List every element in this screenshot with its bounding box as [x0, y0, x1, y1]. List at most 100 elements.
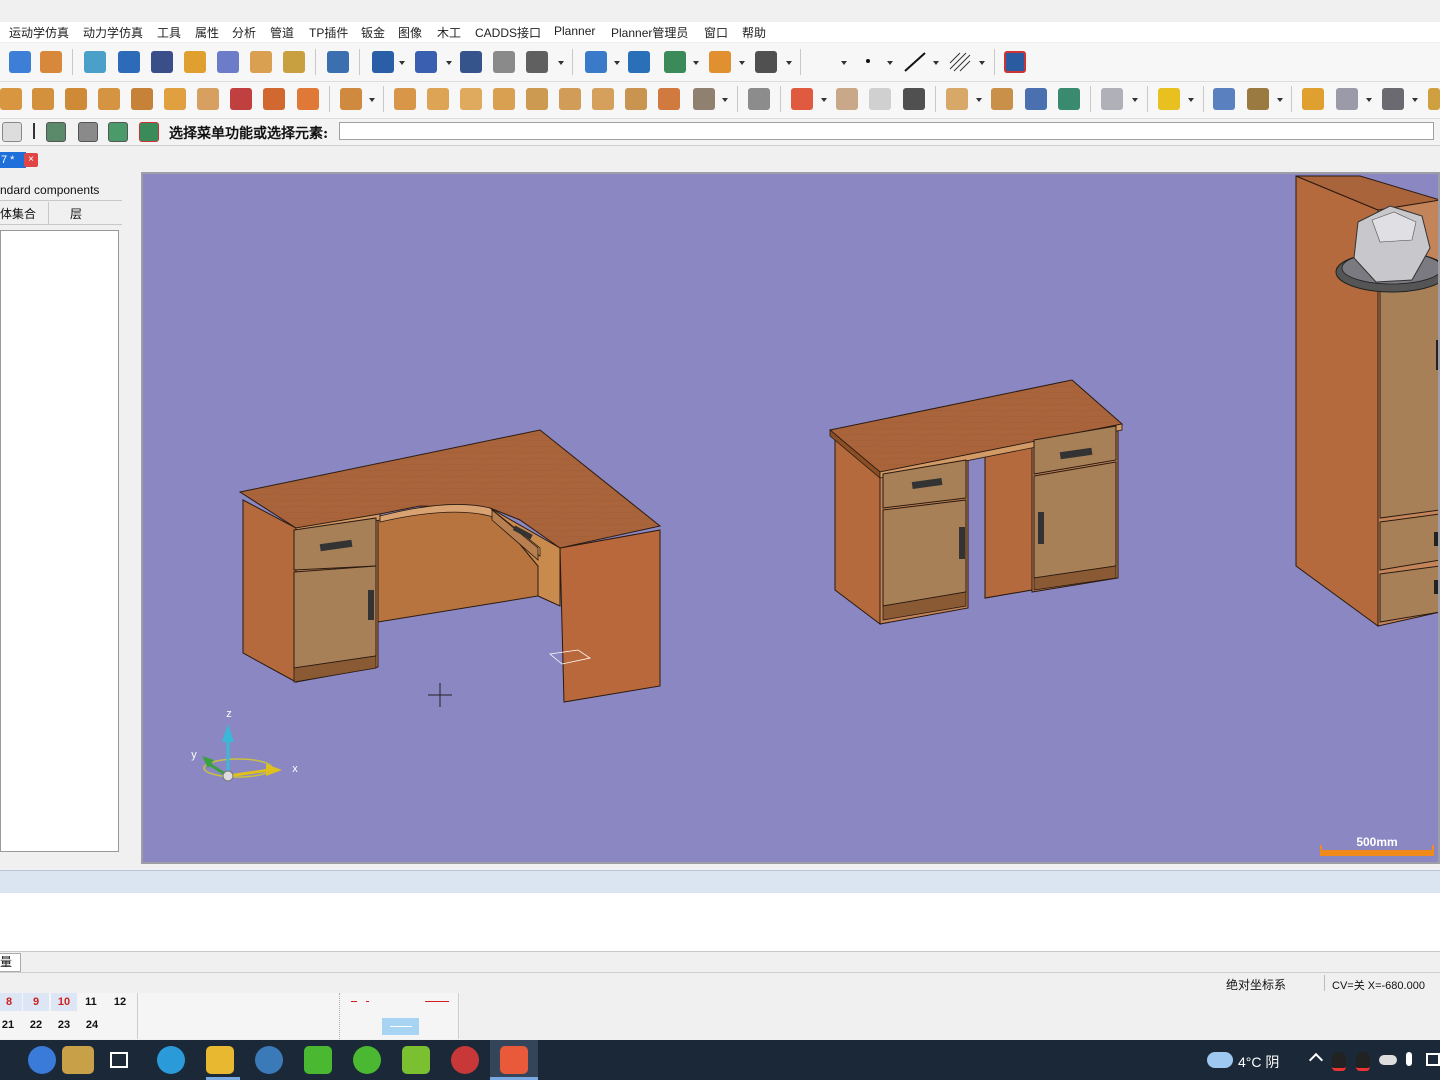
hammer-icon[interactable] [184, 51, 206, 73]
measure-icon[interactable] [283, 51, 305, 73]
chevron-down-icon[interactable] [1277, 98, 1283, 102]
menu-analysis[interactable]: 分析 [232, 24, 256, 41]
weather-text[interactable]: 4°C 阴 [1238, 1052, 1279, 1072]
layer-button[interactable]: 22 [23, 1016, 49, 1034]
menu-tools[interactable]: 工具 [157, 24, 181, 41]
document-tab[interactable]: 7 * [0, 152, 26, 168]
panel-icon[interactable] [427, 88, 449, 110]
panel-icon[interactable] [559, 88, 581, 110]
menu-tp-plugin[interactable]: TP插件 [309, 24, 348, 41]
chevron-down-icon[interactable] [1412, 98, 1418, 102]
layer-button[interactable]: 11 [78, 993, 104, 1011]
board-icon[interactable] [197, 88, 219, 110]
panel-icon[interactable] [394, 88, 416, 110]
line-color-dropdown-icon[interactable] [841, 61, 847, 65]
cross-tool-icon[interactable] [415, 51, 437, 73]
chevron-down-icon[interactable] [887, 61, 893, 65]
chevron-down-icon[interactable] [614, 61, 620, 65]
hatch-icon[interactable] [948, 51, 972, 73]
block-icon[interactable] [869, 88, 891, 110]
layer-button[interactable]: 21 [0, 1016, 21, 1034]
books-app-icon[interactable] [62, 1046, 94, 1074]
parameters-icon[interactable] [460, 51, 482, 73]
gray-block-icon[interactable] [748, 88, 770, 110]
layer-button[interactable]: 24 [79, 1016, 105, 1034]
trim-icon[interactable] [327, 51, 349, 73]
panel-icon[interactable] [526, 88, 548, 110]
sliders-icon[interactable] [151, 51, 173, 73]
cut-icon[interactable] [164, 88, 186, 110]
picture-icon[interactable] [108, 122, 128, 142]
library-icon[interactable] [1058, 88, 1080, 110]
grid-icon[interactable] [1101, 88, 1123, 110]
l-shaped-desk[interactable] [238, 429, 662, 703]
panel-splitter[interactable] [0, 870, 1440, 894]
menu-window[interactable]: 窗口 [704, 24, 728, 41]
microphone-icon[interactable] [1406, 1052, 1412, 1066]
chevron-down-icon[interactable] [739, 61, 745, 65]
copy-icon[interactable] [1213, 88, 1235, 110]
edge-browser-icon[interactable] [157, 1046, 185, 1074]
browser-app-icon[interactable] [451, 1046, 479, 1074]
sign-icon[interactable] [1302, 88, 1324, 110]
magnet-icon[interactable] [118, 51, 140, 73]
refresh-icon[interactable] [84, 51, 106, 73]
printer-icon[interactable] [2, 122, 22, 142]
menu-image[interactable]: 图像 [398, 24, 422, 41]
cad-app-icon[interactable] [500, 1046, 528, 1074]
layer-button[interactable]: 9 [23, 993, 49, 1011]
image-icon[interactable] [46, 122, 66, 142]
view-icon[interactable] [664, 51, 686, 73]
insert-icon[interactable] [340, 88, 362, 110]
chevron-down-icon[interactable] [558, 61, 564, 65]
panel-icon[interactable] [693, 88, 715, 110]
menu-planner-admin[interactable]: Planner管理员 [611, 24, 688, 41]
tab-layers[interactable]: 层 [70, 205, 82, 222]
3d-viewport[interactable]: z y x 500mm [141, 172, 1440, 864]
globe-app-icon[interactable] [28, 1046, 56, 1074]
camtasia-icon[interactable] [304, 1046, 332, 1074]
small-desk[interactable] [828, 379, 1124, 626]
chevron-down-icon[interactable] [1188, 98, 1194, 102]
menu-woodwork[interactable]: 木工 [437, 24, 461, 41]
box-icon[interactable] [263, 88, 285, 110]
chevron-down-icon[interactable] [786, 61, 792, 65]
picture-edit-icon[interactable] [139, 122, 159, 142]
undo-icon[interactable] [9, 51, 31, 73]
scene-canvas[interactable]: z y x 500mm [143, 174, 1438, 862]
chevron-down-icon[interactable] [446, 61, 452, 65]
menu-dynamics[interactable]: 动力学仿真 [83, 24, 143, 41]
panel-icon[interactable] [658, 88, 680, 110]
export-icon[interactable] [1382, 88, 1404, 110]
layer-button[interactable]: 23 [51, 1016, 77, 1034]
layer-button[interactable]: 8 [0, 993, 22, 1011]
board-icon[interactable] [65, 88, 87, 110]
arrow-tool-icon[interactable] [372, 51, 394, 73]
board-icon[interactable] [32, 88, 54, 110]
line-style-sample[interactable] [425, 1001, 449, 1002]
file-explorer-icon[interactable] [206, 1046, 234, 1074]
hook-icon[interactable] [493, 51, 515, 73]
menu-sheet-metal[interactable]: 钣金 [361, 24, 385, 41]
chevron-down-icon[interactable] [821, 98, 827, 102]
notification-icon[interactable] [1426, 1053, 1440, 1066]
coordinate-system-status[interactable]: 绝对坐标系 [1226, 976, 1286, 993]
menu-help[interactable]: 帮助 [742, 24, 766, 41]
chevron-down-icon[interactable] [1132, 98, 1138, 102]
chevron-down-icon[interactable] [693, 61, 699, 65]
close-icon[interactable]: × [24, 153, 38, 167]
red-block-icon[interactable] [791, 88, 813, 110]
wechat-app-icon[interactable] [353, 1046, 381, 1074]
chevron-down-icon[interactable] [979, 61, 985, 65]
line-style-sample[interactable] [351, 1001, 357, 1002]
chevron-down-icon[interactable] [399, 61, 405, 65]
glasses-icon[interactable] [709, 51, 731, 73]
zoom-icon[interactable] [585, 51, 607, 73]
panel-icon[interactable] [493, 88, 515, 110]
chevron-down-icon[interactable] [722, 98, 728, 102]
menu-kinematics[interactable]: 运动学仿真 [9, 24, 69, 41]
menu-cadds[interactable]: CADDS接口 [475, 24, 541, 41]
block-icon[interactable] [903, 88, 925, 110]
chevron-down-icon[interactable] [976, 98, 982, 102]
magnet-tool-icon[interactable] [217, 51, 239, 73]
